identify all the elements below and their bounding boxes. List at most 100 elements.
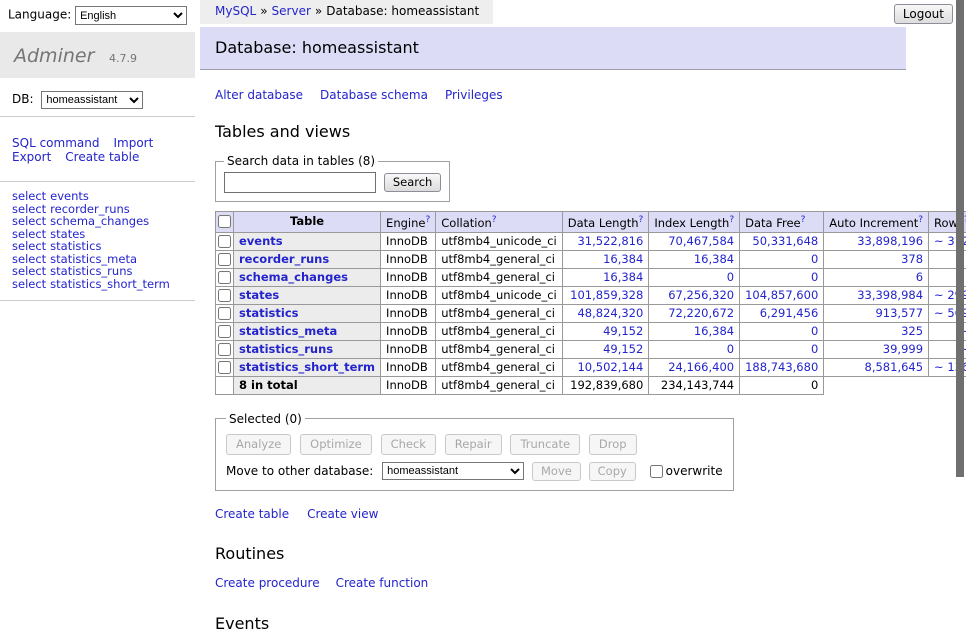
selected-buttons-row: Analyze Optimize Check Repair Truncate D… <box>226 434 723 455</box>
data-length-link[interactable]: 31,522,816 <box>577 234 643 248</box>
auto-increment-link[interactable]: 33,398,984 <box>857 288 923 302</box>
search-input[interactable] <box>224 172 376 193</box>
index-length-link[interactable]: 67,256,320 <box>668 288 734 302</box>
engine-cell: InnoDB <box>381 232 436 250</box>
database-schema-link[interactable]: Database schema <box>320 88 428 102</box>
create-function-link[interactable]: Create function <box>336 576 429 590</box>
table-name-link[interactable]: schema_changes <box>239 270 348 284</box>
data-length-link[interactable]: 48,824,320 <box>577 306 643 320</box>
create-procedure-link[interactable]: Create procedure <box>215 576 320 590</box>
table-name-link[interactable]: statistics_meta <box>239 324 337 338</box>
index-length-link[interactable]: 0 <box>727 270 734 284</box>
breadcrumb-mysql-link[interactable]: MySQL <box>215 4 256 18</box>
select-link[interactable]: select <box>12 214 46 228</box>
select-link[interactable]: select <box>12 189 46 203</box>
index-length-link[interactable]: 16,384 <box>694 252 734 266</box>
import-link[interactable]: Import <box>113 136 153 150</box>
row-checkbox[interactable] <box>218 289 231 302</box>
help-icon[interactable]: ? <box>425 215 430 225</box>
auto-increment-link[interactable]: 8,581,645 <box>865 360 924 374</box>
table-name-link[interactable]: statistics_runs <box>239 342 333 356</box>
help-icon[interactable]: ? <box>729 215 734 225</box>
data-length-link[interactable]: 16,384 <box>603 252 643 266</box>
help-icon[interactable]: ? <box>639 215 644 225</box>
data-free-link[interactable]: 50,331,648 <box>752 234 818 248</box>
move-row: Move to other database: homeassistant Mo… <box>226 462 723 481</box>
truncate-button[interactable]: Truncate <box>510 434 580 455</box>
language-select[interactable]: English <box>75 6 187 25</box>
help-icon[interactable]: ? <box>801 215 806 225</box>
table-name-link[interactable]: states <box>239 288 279 302</box>
overwrite-checkbox[interactable] <box>650 465 663 478</box>
row-checkbox[interactable] <box>218 361 231 374</box>
table-name-cell: events <box>234 232 381 250</box>
data-length-link[interactable]: 10,502,144 <box>577 360 643 374</box>
app-name[interactable]: Adminer <box>14 45 94 67</box>
data-length-link[interactable]: 101,859,328 <box>570 288 643 302</box>
select-all-checkbox[interactable] <box>218 215 231 228</box>
table-row: statistics_meta InnoDB utf8mb4_general_c… <box>216 322 966 340</box>
data-length-link[interactable]: 16,384 <box>603 270 643 284</box>
auto-increment-link[interactable]: 33,898,196 <box>857 234 923 248</box>
privileges-link[interactable]: Privileges <box>445 88 503 102</box>
row-checkbox[interactable] <box>218 235 231 248</box>
data-length-link[interactable]: 49,152 <box>603 324 643 338</box>
index-length-link[interactable]: 0 <box>727 342 734 356</box>
index-length-link[interactable]: 16,384 <box>694 324 734 338</box>
move-database-select[interactable]: homeassistant <box>382 462 524 480</box>
create-view-link[interactable]: Create view <box>307 507 378 521</box>
data-free-link[interactable]: 0 <box>811 324 818 338</box>
events-heading: Events <box>215 614 906 633</box>
engine-cell: InnoDB <box>381 340 436 358</box>
logout-button[interactable]: Logout <box>894 4 953 24</box>
repair-button[interactable]: Repair <box>445 434 502 455</box>
db-select[interactable]: homeassistant <box>41 91 143 109</box>
table-name-link[interactable]: events <box>239 234 283 248</box>
move-button[interactable]: Move <box>532 462 581 481</box>
data-length-link[interactable]: 49,152 <box>603 342 643 356</box>
row-checkbox[interactable] <box>218 307 231 320</box>
sql-command-link[interactable]: SQL command <box>12 136 99 150</box>
index-length-link[interactable]: 24,166,400 <box>668 360 734 374</box>
select-link[interactable]: select <box>12 239 46 253</box>
alter-database-link[interactable]: Alter database <box>215 88 303 102</box>
data-length-cell: 49,152 <box>562 322 649 340</box>
index-length-cell: 67,256,320 <box>649 286 740 304</box>
export-link[interactable]: Export <box>12 150 51 164</box>
row-checkbox[interactable] <box>218 343 231 356</box>
data-free-link[interactable]: 0 <box>811 342 818 356</box>
table-name-link[interactable]: statistics <box>239 306 299 320</box>
data-free-link[interactable]: 6,291,456 <box>760 306 819 320</box>
table-link[interactable]: statistics_short_term <box>50 277 170 291</box>
data-free-link[interactable]: 0 <box>811 270 818 284</box>
auto-increment-link[interactable]: 378 <box>901 252 923 266</box>
row-checkbox[interactable] <box>218 253 231 266</box>
index-length-link[interactable]: 72,220,672 <box>668 306 734 320</box>
optimize-button[interactable]: Optimize <box>300 434 372 455</box>
create-table-link[interactable]: Create table <box>65 150 139 164</box>
drop-button[interactable]: Drop <box>589 434 637 455</box>
vertical-scrollbar[interactable] <box>956 0 964 477</box>
row-checkbox[interactable] <box>218 325 231 338</box>
auto-increment-link[interactable]: 6 <box>916 270 923 284</box>
table-name-link[interactable]: statistics_short_term <box>239 360 375 374</box>
row-checkbox[interactable] <box>218 271 231 284</box>
data-free-link[interactable]: 188,743,680 <box>745 360 818 374</box>
auto-increment-link[interactable]: 325 <box>901 324 923 338</box>
search-button[interactable]: Search <box>384 173 442 192</box>
data-free-link[interactable]: 0 <box>811 252 818 266</box>
help-icon[interactable]: ? <box>918 215 923 225</box>
analyze-button[interactable]: Analyze <box>226 434 291 455</box>
index-length-link[interactable]: 70,467,584 <box>668 234 734 248</box>
table-name-link[interactable]: recorder_runs <box>239 252 329 266</box>
select-link[interactable]: select <box>12 264 46 278</box>
copy-button[interactable]: Copy <box>589 462 636 481</box>
data-free-link[interactable]: 104,857,600 <box>745 288 818 302</box>
help-icon[interactable]: ? <box>492 215 497 225</box>
check-button[interactable]: Check <box>381 434 436 455</box>
breadcrumb-server-link[interactable]: Server <box>272 4 311 18</box>
create-table-link[interactable]: Create table <box>215 507 289 521</box>
auto-increment-link[interactable]: 913,577 <box>875 306 923 320</box>
auto-increment-link[interactable]: 39,999 <box>883 342 923 356</box>
select-link[interactable]: select <box>12 277 46 291</box>
